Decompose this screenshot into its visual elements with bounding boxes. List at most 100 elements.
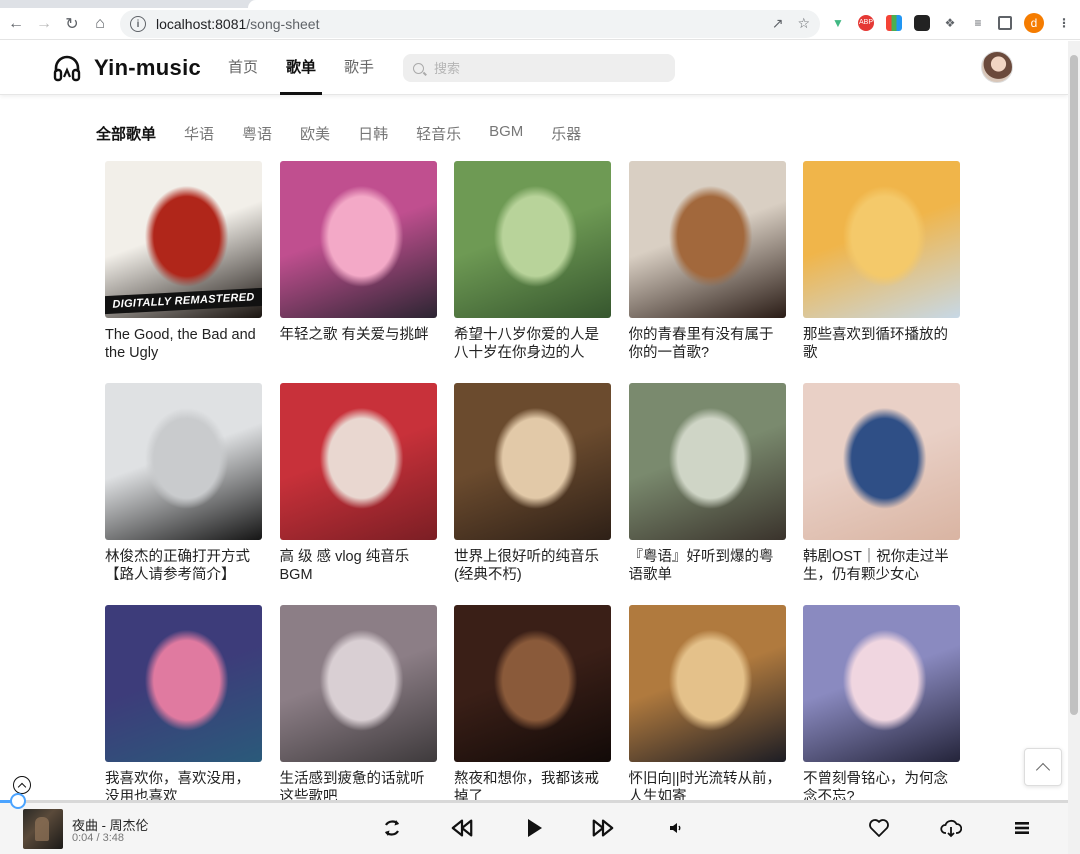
back-icon[interactable]: ← xyxy=(2,10,30,38)
category-instrument[interactable]: 乐器 xyxy=(551,123,581,144)
playlist-cover[interactable] xyxy=(279,161,437,318)
back-to-top-button[interactable] xyxy=(1024,748,1062,786)
playlist-title[interactable]: 世界上很好听的纯音乐(经典不朽) xyxy=(454,548,611,586)
now-playing-time: 0:04 / 3:48 xyxy=(72,832,124,844)
category-chinese[interactable]: 华语 xyxy=(184,123,214,144)
now-playing-cover[interactable] xyxy=(23,809,63,849)
playlist-card[interactable]: 希望十八岁你爱的人是八十岁在你身边的人 xyxy=(454,161,611,363)
profile-avatar[interactable]: d xyxy=(1024,13,1044,33)
volume-icon[interactable] xyxy=(664,816,688,840)
search-box xyxy=(403,54,675,82)
playlist-cover[interactable] xyxy=(628,161,786,318)
download-icon[interactable] xyxy=(939,816,963,840)
playlist-cover[interactable]: DIGITALLY REMASTERED xyxy=(105,161,262,318)
playlist-card[interactable]: 年轻之歌 有关爱与挑衅 xyxy=(279,161,437,364)
playlist-title[interactable]: 『粤语』好听到爆的粤语歌单 xyxy=(629,548,786,586)
playlist-card[interactable]: 『粤语』好听到爆的粤语歌单 xyxy=(628,383,786,586)
playlist-cover[interactable] xyxy=(454,605,611,762)
nav-song-sheet[interactable]: 歌单 xyxy=(280,41,323,95)
playlist-card[interactable]: DIGITALLY REMASTERED The Good, the Bad an… xyxy=(105,161,262,363)
playlist-card[interactable]: 世界上很好听的纯音乐(经典不朽) xyxy=(454,383,611,585)
home-icon[interactable]: ⌂ xyxy=(86,10,114,38)
playlist-cover[interactable] xyxy=(105,605,262,762)
category-japanese-korean[interactable]: 日韩 xyxy=(358,123,388,144)
playlist-title[interactable]: 韩剧OST｜祝你走过半生，仍有颗少女心 xyxy=(803,548,960,586)
url-host: localhost:8081 xyxy=(156,16,247,32)
category-light-music[interactable]: 轻音乐 xyxy=(416,123,461,144)
adblock-icon[interactable]: ABP xyxy=(858,15,874,31)
cover-caption: DIGITALLY REMASTERED xyxy=(105,287,262,315)
main-nav: 首页 歌单 歌手 xyxy=(228,41,402,95)
color-extension-icon[interactable] xyxy=(886,15,902,31)
loop-icon[interactable] xyxy=(380,816,404,840)
page-scrollbar[interactable] xyxy=(1068,41,1080,854)
category-bgm[interactable]: BGM xyxy=(489,123,523,144)
playlist-cover[interactable] xyxy=(454,161,611,318)
reading-list-icon[interactable]: ≡ xyxy=(970,15,986,31)
playlist-cover[interactable] xyxy=(279,605,437,762)
nav-singer[interactable]: 歌手 xyxy=(344,41,374,95)
playlist-card[interactable]: 怀旧向||时光流转从前，人生如寄 xyxy=(628,605,786,807)
side-panel-icon[interactable] xyxy=(998,16,1012,30)
site-header: Yin-music 首页 歌单 歌手 xyxy=(0,41,1068,95)
playlist-card[interactable]: 韩剧OST｜祝你走过半生，仍有颗少女心 xyxy=(803,383,960,585)
playlist-grid: DIGITALLY REMASTERED The Good, the Bad an… xyxy=(105,161,975,807)
logo-text: Yin-music xyxy=(94,55,202,80)
share-icon[interactable]: ↗ xyxy=(772,15,784,32)
user-avatar[interactable] xyxy=(981,51,1013,83)
playlist-cover[interactable] xyxy=(454,383,611,540)
playlist-card[interactable]: 不曾刻骨铭心，为何念念不忘? xyxy=(803,605,960,807)
playlist-title[interactable]: 年轻之歌 有关爱与挑衅 xyxy=(280,326,437,364)
nav-home[interactable]: 首页 xyxy=(228,41,258,95)
playlist-title[interactable]: The Good, the Bad and the Ugly xyxy=(105,326,262,364)
playlist-title[interactable]: 高 级 感 vlog 纯音乐BGM xyxy=(280,548,437,586)
browser-menu-icon[interactable]: ⋮ xyxy=(1056,15,1072,31)
playlist-cover[interactable] xyxy=(105,383,262,540)
forward-icon[interactable]: → xyxy=(30,10,58,38)
playlist-card[interactable]: 你的青春里有没有属于你的一首歌? xyxy=(628,161,786,364)
address-bar[interactable]: i localhost:8081/song-sheet ↗ ☆ xyxy=(120,10,820,38)
category-cantonese[interactable]: 粤语 xyxy=(242,123,272,144)
extension-grid-icon[interactable] xyxy=(914,15,930,31)
playlist-title[interactable]: 林俊杰的正确打开方式【路人请参考简介】 xyxy=(105,548,262,586)
category-all[interactable]: 全部歌单 xyxy=(96,123,156,144)
playlist-title[interactable]: 你的青春里有没有属于你的一首歌? xyxy=(629,326,786,364)
playlist-cover[interactable] xyxy=(803,605,960,762)
playlist-card[interactable]: 高 级 感 vlog 纯音乐BGM xyxy=(279,383,437,586)
bookmark-star-icon[interactable]: ☆ xyxy=(797,15,810,32)
next-icon[interactable] xyxy=(591,816,615,840)
search-input[interactable] xyxy=(434,60,654,76)
playlist-card[interactable]: 生活感到疲惫的话就听这些歌吧 xyxy=(279,605,437,807)
progress-track[interactable] xyxy=(0,793,1068,809)
playlist-title[interactable]: 希望十八岁你爱的人是八十岁在你身边的人 xyxy=(454,326,611,364)
category-tabs: 全部歌单 华语 粤语 欧美 日韩 轻音乐 BGM 乐器 xyxy=(96,123,609,144)
play-icon[interactable] xyxy=(522,816,546,840)
playlist-cover[interactable] xyxy=(628,383,786,540)
playlist-card[interactable]: 林俊杰的正确打开方式【路人请参考简介】 xyxy=(105,383,262,585)
playlist-cover[interactable] xyxy=(279,383,437,540)
browser-toolbar: ← → ↻ ⌂ i localhost:8081/song-sheet ↗ ☆ … xyxy=(0,8,1080,40)
category-western[interactable]: 欧美 xyxy=(300,123,330,144)
playlist-card[interactable]: 那些喜欢到循环播放的歌 xyxy=(803,161,960,363)
progress-knob[interactable] xyxy=(10,793,27,809)
address-url: localhost:8081/song-sheet xyxy=(156,16,319,32)
site-info-icon[interactable]: i xyxy=(130,16,146,32)
vue-devtools-icon[interactable]: ▼ xyxy=(830,15,846,31)
active-tab-edge xyxy=(248,0,1080,8)
scrollbar-thumb[interactable] xyxy=(1070,55,1078,715)
player-bar: 夜曲 - 周杰伦 0:04 / 3:48 xyxy=(0,793,1068,854)
playlist-cover[interactable] xyxy=(803,161,960,318)
extensions-puzzle-icon[interactable]: ❖ xyxy=(942,15,958,31)
playlist-cover[interactable] xyxy=(803,383,960,540)
playlist-card[interactable]: 我喜欢你，喜欢没用，没用也喜欢 xyxy=(105,605,262,807)
playlist-card[interactable]: 熬夜和想你，我都该戒掉了 xyxy=(454,605,611,807)
playlist-menu-icon[interactable] xyxy=(1010,816,1034,840)
reload-icon[interactable]: ↻ xyxy=(58,10,86,38)
previous-icon[interactable] xyxy=(450,816,474,840)
playlist-title[interactable]: 那些喜欢到循环播放的歌 xyxy=(803,326,960,364)
browser-tabstrip xyxy=(0,0,1080,8)
player-collapse-button[interactable] xyxy=(13,776,31,794)
playlist-cover[interactable] xyxy=(628,605,786,762)
logo[interactable]: Yin-music xyxy=(52,53,201,83)
favorite-heart-icon[interactable] xyxy=(867,816,891,840)
